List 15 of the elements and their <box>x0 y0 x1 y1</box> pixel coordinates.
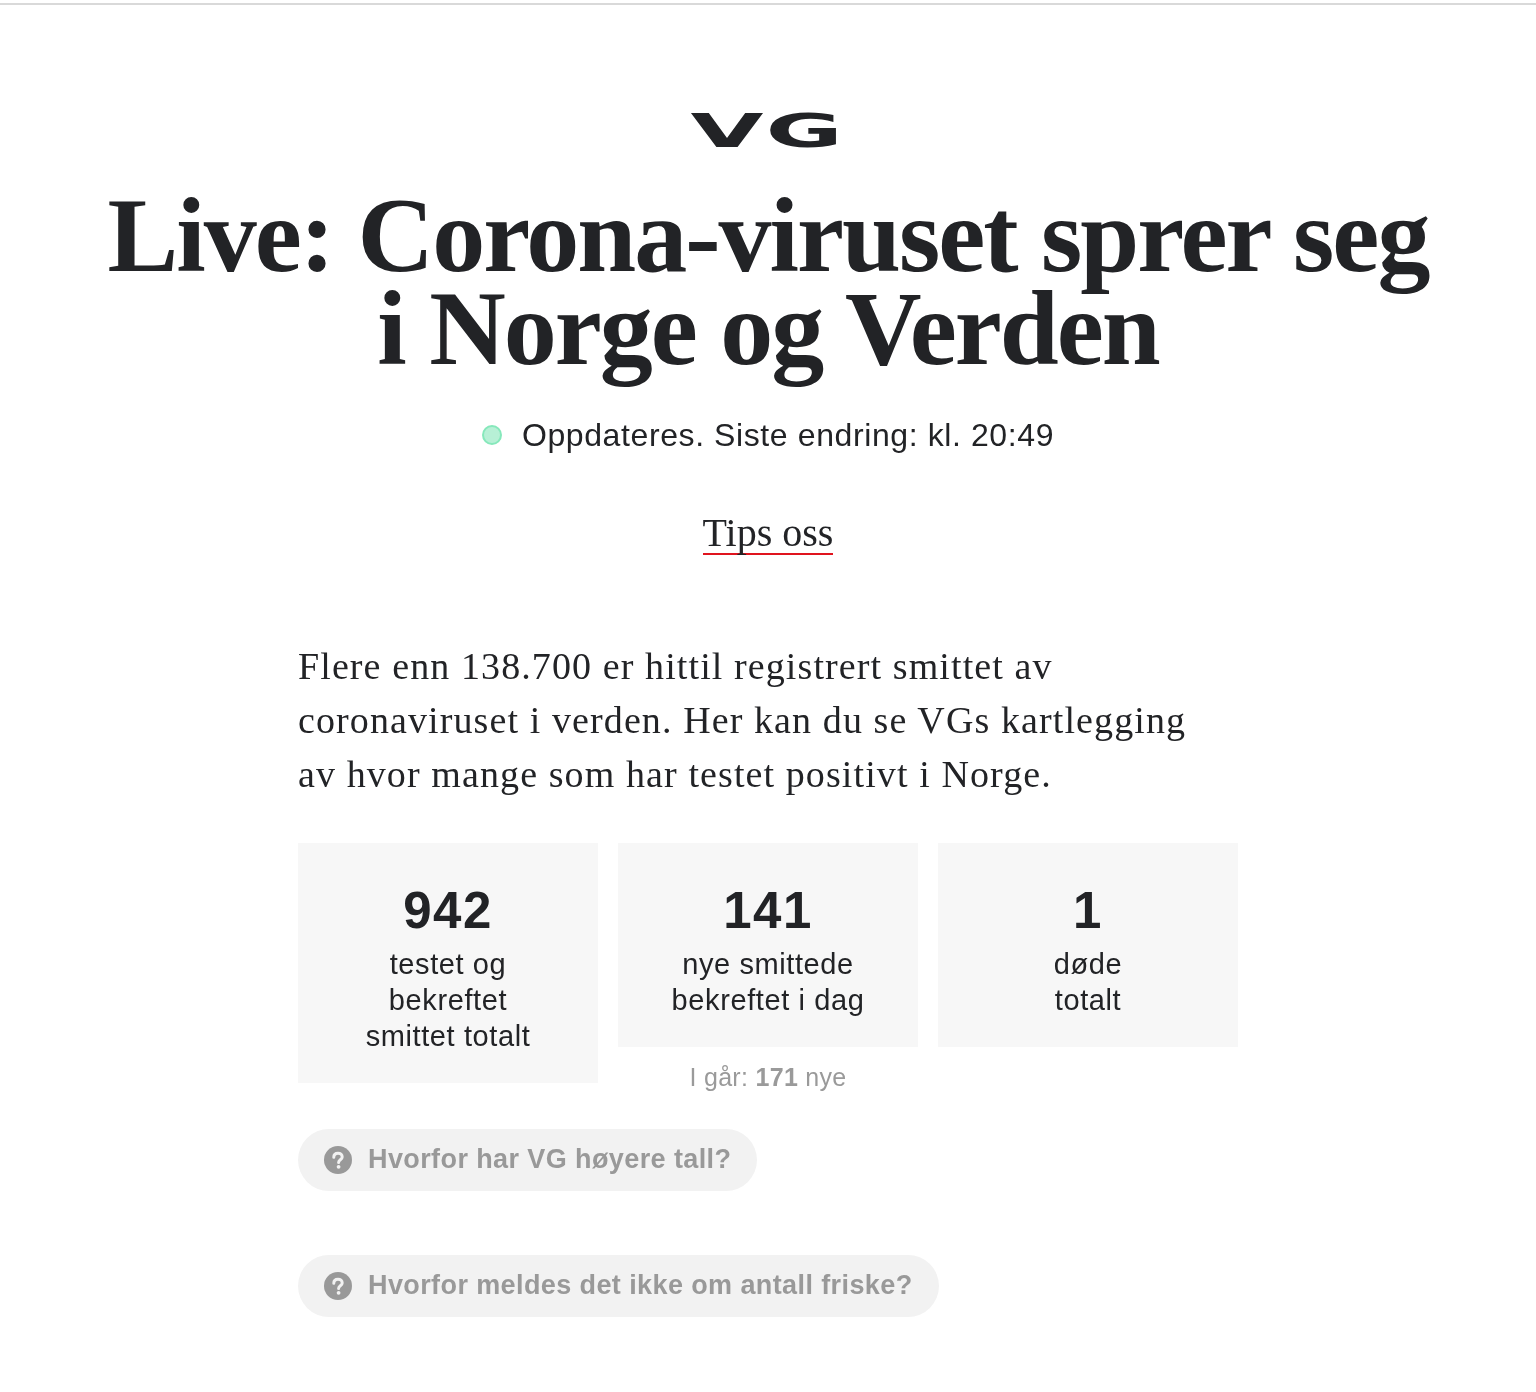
live-status-dot-icon <box>481 425 502 445</box>
stat-label: nye smittede bekreftet i dag <box>671 947 865 1018</box>
stat-number: 942 <box>403 883 493 939</box>
stat-label: døde totalt <box>1053 947 1123 1018</box>
site-logo[interactable]: VG <box>690 113 846 149</box>
stat-note: I går: 171 nye <box>689 1062 847 1093</box>
question-icon <box>324 1271 352 1300</box>
headline: Live: Corona-viruset sprer seg i Norge og Verden <box>106 179 1430 389</box>
stat-number: 141 <box>723 883 813 939</box>
question-icon <box>324 1145 352 1174</box>
stat-label: testet og bekreftet smittet totalt <box>365 947 531 1054</box>
update-status-text: Oppdateres. Siste endring: kl. 20:49 <box>521 416 1055 455</box>
stat-number: 1 <box>1073 883 1103 939</box>
tips-link[interactable]: Tips oss <box>702 513 834 555</box>
intro-paragraph: Flere enn 138.700 er hittil registrert smittet av coronaviruset i verden. Her kan du se VGs kartlegging av hvor mange som har testet positivt i Norge. <box>298 644 1188 797</box>
